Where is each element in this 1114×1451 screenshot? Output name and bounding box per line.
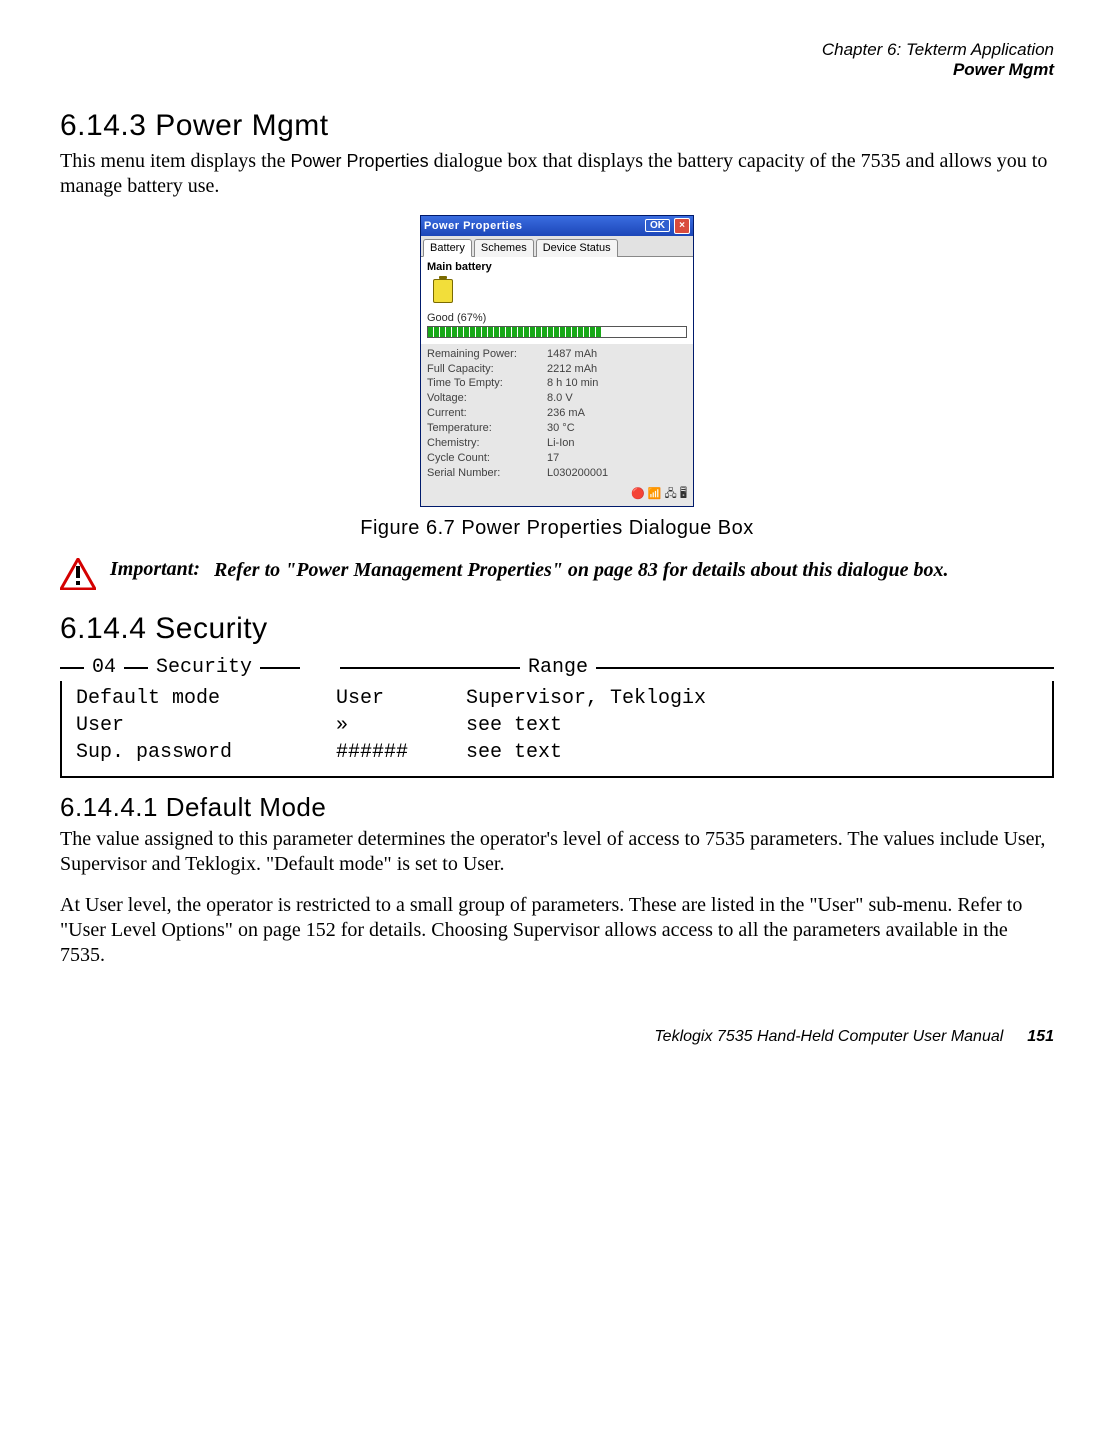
stat-key: Remaining Power: — [427, 347, 547, 362]
power-properties-dialog: Power Properties OK × Battery Schemes De… — [420, 215, 694, 508]
menu-title: Security — [148, 654, 260, 681]
param-range: see text — [466, 739, 1038, 766]
stat-key: Cycle Count: — [427, 451, 547, 466]
tab-device-status[interactable]: Device Status — [536, 239, 618, 257]
page-footer: Teklogix 7535 Hand-Held Computer User Ma… — [60, 1028, 1054, 1046]
footer-manual-title: Teklogix 7535 Hand-Held Computer User Ma… — [654, 1028, 1003, 1046]
stat-value: 236 mA — [547, 406, 585, 421]
figure-6-7-caption: Figure 6.7 Power Properties Dialogue Box — [60, 517, 1054, 540]
running-header: Chapter 6: Tekterm Application Power Mgm… — [60, 40, 1054, 81]
rule-segment — [124, 667, 148, 669]
stat-row: Temperature:30 °C — [427, 421, 687, 436]
menu-row: Default modeUserSupervisor, Teklogix — [76, 685, 1038, 712]
range-label: Range — [520, 654, 596, 681]
stat-row: Voltage:8.0 V — [427, 391, 687, 406]
system-tray: 🔴 📶 🖧 🖥 — [421, 483, 693, 506]
param-range: see text — [466, 712, 1038, 739]
stat-key: Voltage: — [427, 391, 547, 406]
stat-value: 8 h 10 min — [547, 376, 598, 391]
dialog-titlebar: Power Properties OK × — [421, 216, 693, 236]
stat-key: Temperature: — [427, 421, 547, 436]
param-value: ###### — [336, 739, 466, 766]
stat-row: Remaining Power:1487 mAh — [427, 347, 687, 362]
dialog-title: Power Properties — [424, 220, 641, 232]
header-chapter: Chapter 6: Tekterm Application — [60, 40, 1054, 60]
important-text: Refer to "Power Management Properties" o… — [214, 558, 948, 583]
stat-row: Current:236 mA — [427, 406, 687, 421]
stat-row: Chemistry:Li-Ion — [427, 436, 687, 451]
param-value: » — [336, 712, 466, 739]
header-section: Power Mgmt — [60, 60, 1054, 80]
charge-bar-fill — [428, 327, 601, 337]
warning-icon — [60, 558, 96, 590]
param-range: Supervisor, Teklogix — [466, 685, 1038, 712]
param-name: Sup. password — [76, 739, 336, 766]
charge-bar — [427, 326, 687, 338]
default-mode-p2: At User level, the operator is restricte… — [60, 893, 1054, 968]
main-battery-label: Main battery — [427, 261, 687, 273]
ok-button[interactable]: OK — [645, 219, 670, 232]
security-menu-diagram: 04 Security Range Default modeUserSuperv… — [60, 654, 1054, 778]
param-value: User — [336, 685, 466, 712]
stat-value: 30 °C — [547, 421, 575, 436]
battery-stats: Remaining Power:1487 mAhFull Capacity:22… — [421, 344, 693, 484]
intro-text-a: This menu item displays the — [60, 150, 291, 172]
rule-segment — [60, 667, 84, 669]
stat-row: Full Capacity:2212 mAh — [427, 362, 687, 377]
heading-6-14-4: 6.14.4 Security — [60, 612, 1054, 646]
stat-key: Chemistry: — [427, 436, 547, 451]
charge-status-text: Good (67%) — [427, 312, 687, 324]
stat-key: Current: — [427, 406, 547, 421]
footer-page-number: 151 — [1027, 1028, 1054, 1046]
menu-row: User»see text — [76, 712, 1038, 739]
param-name: User — [76, 712, 336, 739]
power-properties-term: Power Properties — [291, 151, 429, 171]
rule-segment — [340, 667, 520, 669]
stat-value: 17 — [547, 451, 559, 466]
stat-row: Cycle Count:17 — [427, 451, 687, 466]
stat-value: 8.0 V — [547, 391, 573, 406]
menu-page-number: 04 — [84, 654, 124, 681]
stat-key: Full Capacity: — [427, 362, 547, 377]
tab-schemes[interactable]: Schemes — [474, 239, 534, 257]
default-mode-p1: The value assigned to this parameter det… — [60, 827, 1054, 877]
heading-6-14-3: 6.14.3 Power Mgmt — [60, 109, 1054, 143]
stat-row: Time To Empty:8 h 10 min — [427, 376, 687, 391]
stat-value: 2212 mAh — [547, 362, 597, 377]
rule-segment — [260, 667, 300, 669]
security-menu-header: 04 Security Range — [60, 654, 1054, 681]
rule-segment — [596, 667, 1054, 669]
stat-row: Serial Number:L030200001 — [427, 466, 687, 481]
stat-key: Time To Empty: — [427, 376, 547, 391]
tab-battery[interactable]: Battery — [423, 239, 472, 257]
close-button[interactable]: × — [674, 218, 690, 234]
stat-value: Li-Ion — [547, 436, 575, 451]
heading-6-14-4-1: 6.14.4.1 Default Mode — [60, 792, 1054, 823]
battery-icon — [433, 279, 453, 303]
menu-row: Sup. password######see text — [76, 739, 1038, 766]
param-name: Default mode — [76, 685, 336, 712]
dialog-tabs: Battery Schemes Device Status — [421, 236, 693, 257]
important-label: Important: — [110, 558, 200, 581]
stat-value: L030200001 — [547, 466, 608, 481]
intro-paragraph: This menu item displays the Power Proper… — [60, 149, 1054, 199]
important-note: Important: Refer to "Power Management Pr… — [60, 558, 1054, 590]
dialog-body: Main battery Good (67%) — [421, 257, 693, 344]
stat-value: 1487 mAh — [547, 347, 597, 362]
security-menu-rows: Default modeUserSupervisor, TeklogixUser… — [60, 681, 1054, 778]
stat-key: Serial Number: — [427, 466, 547, 481]
